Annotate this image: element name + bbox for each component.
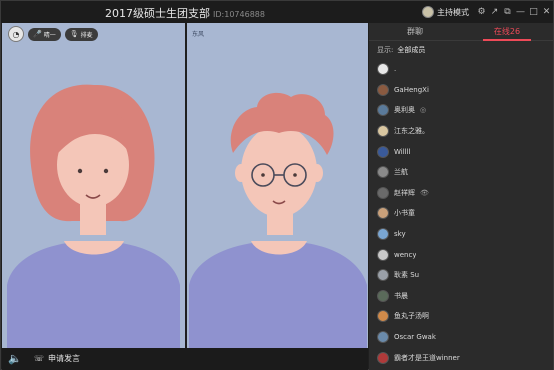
member-item[interactable]: 鱼丸子汤啊 [369, 306, 553, 327]
member-name: GaHengXi [394, 85, 429, 94]
member-item[interactable]: GaHengXi [369, 80, 553, 101]
member-name: Oscar Gwak [394, 333, 436, 342]
member-avatar [377, 186, 389, 199]
bottom-toolbar: 🔈 ☏ 申请发言 [2, 348, 368, 370]
tab-group-chat[interactable]: 群聊 [369, 23, 461, 40]
member-item[interactable]: 耿素 Su [369, 265, 553, 286]
apply-label: 申请发言 [48, 354, 81, 363]
room-id: ID:10746888 [213, 10, 265, 19]
user-chip: ◔ 🎤 晴一 🎙 排麦 [8, 26, 98, 42]
member-item[interactable]: wency [369, 244, 553, 265]
queue-label: 排麦 [80, 31, 93, 39]
male-avatar-illustration [189, 92, 367, 348]
member-avatar [377, 289, 389, 302]
phone-icon: ☏ [34, 354, 45, 363]
member-list: . GaHengXi 奥利奥 ◎ 江东之雅。 Willll 兰航赵祥辉 👁 小书童 sky wenc… [369, 59, 553, 368]
member-name: wency [394, 250, 417, 259]
member-sidebar: 群聊 在线26 显示: 全部成员 . GaHengXi 奥利奥 ◎ 江东之雅。 Willl… [369, 23, 553, 370]
microphone-icon: 🎙 [69, 30, 79, 38]
host-mode-label[interactable]: 主持模式 [437, 7, 469, 18]
member-name: 赵祥辉 [394, 188, 415, 197]
queue-button[interactable]: 🎙 排麦 [64, 27, 98, 41]
member-avatar [377, 104, 389, 117]
maximize-icon[interactable]: □ [527, 1, 540, 23]
sidebar-tabs: 群聊 在线26 [369, 23, 553, 41]
app-window: 2017级硕士生团支部ID:10746888 主持模式 ⚙ ↗ ⧉ — □ ✕ [0, 0, 554, 370]
member-item[interactable]: 霸者才是王道winner [369, 347, 553, 368]
member-item[interactable]: 书晨 [369, 286, 553, 307]
member-avatar [377, 207, 389, 220]
member-item[interactable]: 奥利奥 ◎ [369, 100, 553, 121]
tab-online[interactable]: 在线26 [461, 23, 553, 41]
apply-to-speak-button[interactable]: ☏ 申请发言 [34, 353, 80, 364]
member-name: 霸者才是王道winner [394, 353, 460, 362]
member-avatar [377, 83, 389, 96]
minimize-icon[interactable]: — [514, 1, 527, 23]
member-avatar [377, 166, 389, 179]
filter-value: 全部成员 [397, 46, 426, 54]
member-name: Willll [394, 147, 411, 156]
member-item[interactable]: 兰航 [369, 162, 553, 183]
title-bar: 2017级硕士生团支部 ID:10746888 主持模式 ⚙ ↗ ⧉ — □ ✕ [1, 1, 553, 23]
close-icon[interactable]: ✕ [540, 1, 553, 23]
member-name: 兰航 [394, 168, 408, 177]
share-icon[interactable]: ↗ [488, 1, 501, 23]
host-avatar[interactable] [422, 6, 434, 18]
mic-user-label: 晴一 [43, 31, 56, 39]
filter-label: 显示: [377, 46, 394, 54]
member-item[interactable]: 赵祥辉 👁 [369, 183, 553, 204]
member-name: 书晨 [394, 291, 408, 300]
member-status-icon: 👁 [420, 188, 429, 197]
member-name: 江东之雅。 [394, 127, 429, 136]
member-avatar [377, 63, 389, 76]
member-filter[interactable]: 显示: 全部成员 [369, 41, 553, 59]
room-name: 2017级硕士生团支部 [105, 7, 211, 20]
female-avatar-illustration [7, 84, 180, 348]
video-pane-left[interactable]: ◔ 🎤 晴一 🎙 排麦 [2, 23, 185, 348]
member-avatar [377, 145, 389, 158]
member-name: 小书童 [394, 209, 415, 218]
settings-icon[interactable]: ⚙ [475, 1, 488, 23]
member-avatar [377, 310, 389, 323]
member-item[interactable]: sky [369, 224, 553, 245]
mic-icon: 🎤 [33, 30, 42, 38]
popout-icon[interactable]: ⧉ [501, 1, 514, 23]
member-avatar [377, 125, 389, 138]
video-pane-right[interactable]: 东风 [187, 23, 368, 348]
member-name: . [394, 65, 397, 74]
member-item[interactable]: Oscar Gwak [369, 327, 553, 348]
member-avatar [377, 331, 389, 344]
member-item[interactable]: 江东之雅。 [369, 121, 553, 142]
pane-user-name: 东风 [192, 31, 205, 38]
member-avatar [377, 248, 389, 261]
title-bar-controls: 主持模式 ⚙ ↗ ⧉ — □ ✕ [422, 1, 553, 23]
member-name: 耿素 Su [394, 271, 420, 280]
member-item[interactable]: Willll [369, 141, 553, 162]
room-title: 2017级硕士生团支部 ID:10746888 [1, 5, 369, 21]
speaker-icon[interactable]: 🔈 [8, 352, 22, 365]
member-name: 鱼丸子汤啊 [394, 312, 429, 321]
member-name: sky [394, 230, 406, 239]
member-avatar [377, 228, 389, 241]
user-avatar[interactable]: ◔ [8, 26, 24, 42]
member-item[interactable]: 小书童 [369, 203, 553, 224]
member-avatar [377, 269, 389, 282]
mic-user-pill[interactable]: 🎤 晴一 [28, 27, 61, 41]
member-status-icon: ◎ [420, 106, 427, 115]
member-avatar [377, 351, 389, 364]
member-item[interactable]: . [369, 59, 553, 80]
member-name: 奥利奥 [394, 106, 415, 115]
